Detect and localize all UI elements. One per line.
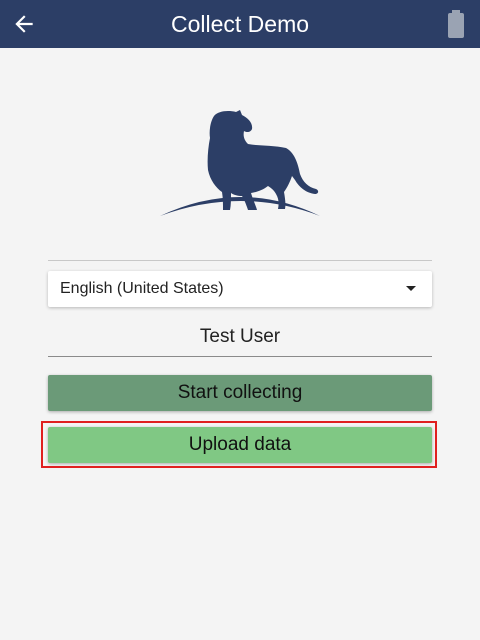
user-name-field[interactable]: Test User	[48, 320, 432, 357]
start-collecting-button[interactable]: Start collecting	[48, 375, 432, 411]
app-bar: Collect Demo	[0, 0, 480, 48]
jaguar-logo-icon	[160, 110, 320, 216]
dropdown-caret-icon	[406, 286, 416, 291]
language-select-value: English (United States)	[60, 280, 224, 297]
language-select[interactable]: English (United States)	[48, 271, 432, 307]
upload-data-button[interactable]: Upload data	[48, 427, 432, 463]
divider	[48, 260, 432, 261]
app-title: Collect Demo	[170, 11, 310, 37]
battery-icon	[448, 10, 464, 38]
